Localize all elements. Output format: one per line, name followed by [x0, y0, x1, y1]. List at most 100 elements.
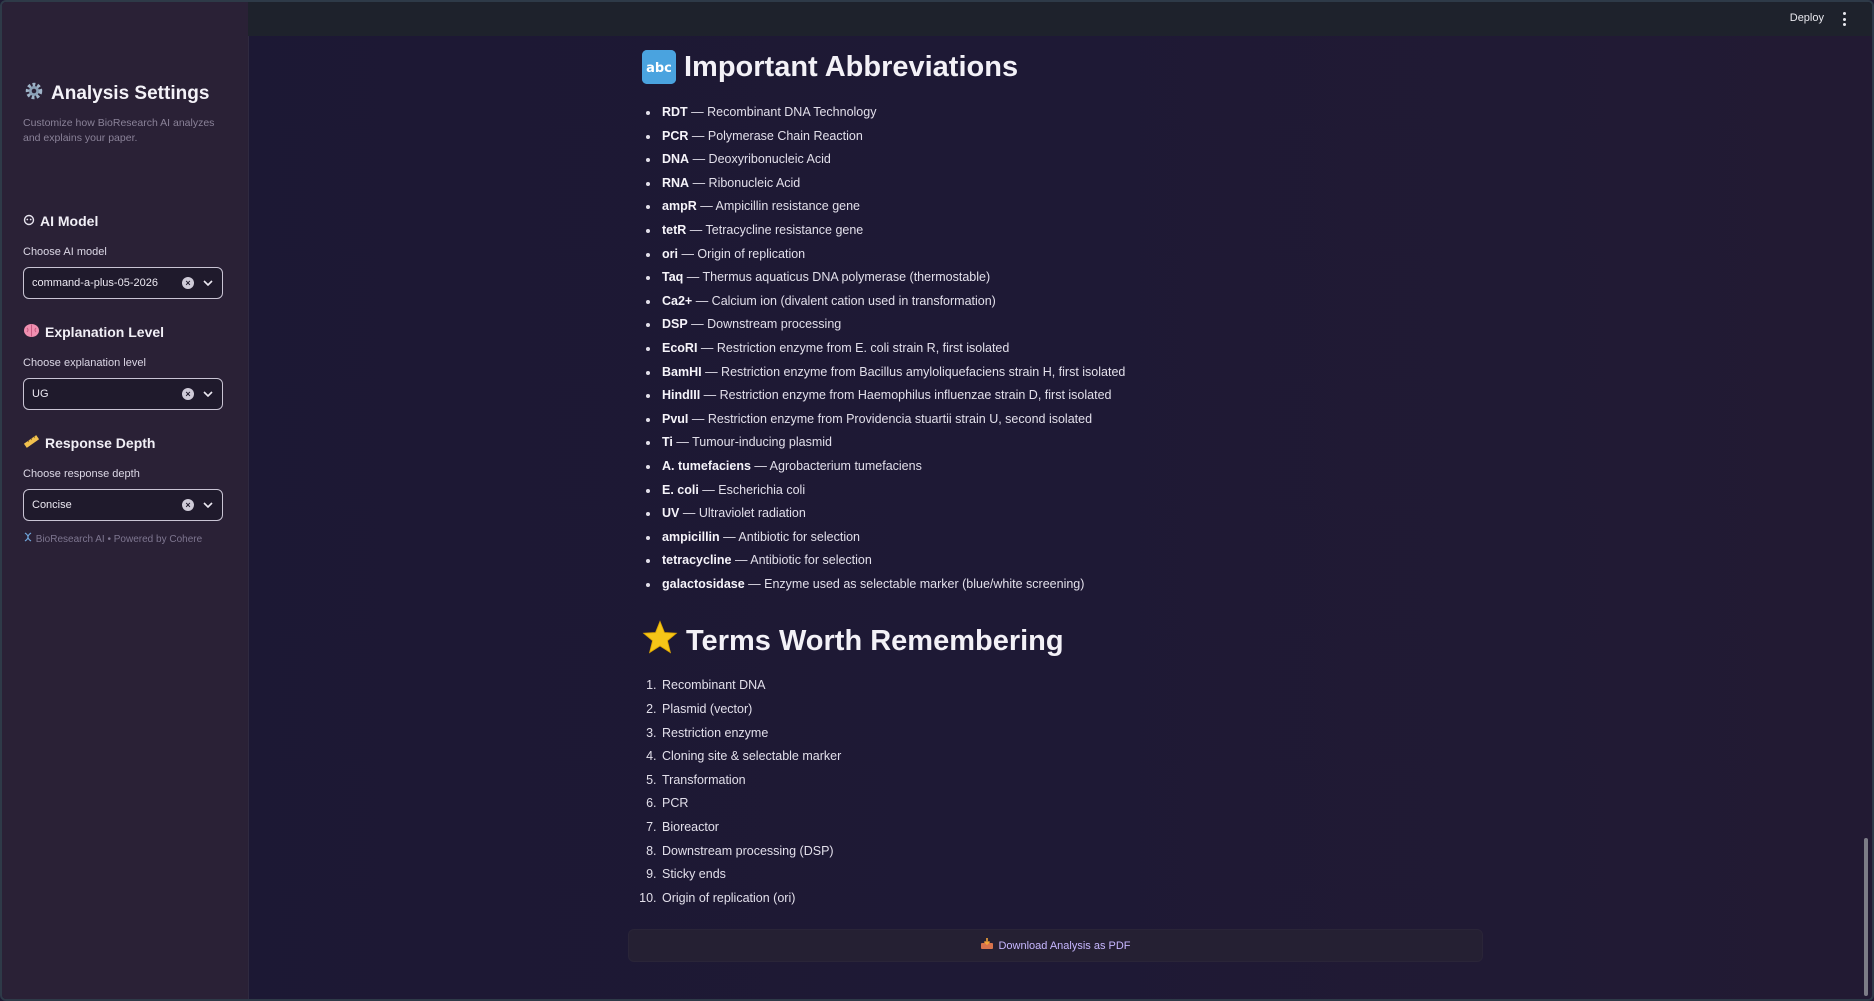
- abbreviation-term: tetracycline: [662, 553, 732, 568]
- abbreviation-item: ampR — Ampicillin resistance gene: [660, 195, 1482, 219]
- term-item: Restriction enzyme: [660, 722, 1482, 746]
- abbreviation-definition: — Ribonucleic Acid: [689, 175, 801, 190]
- deploy-button[interactable]: Deploy: [1790, 12, 1824, 24]
- abbreviation-definition: — Restriction enzyme from E. coli strain…: [697, 340, 1010, 355]
- abbreviation-definition: — Antibiotic for selection: [731, 553, 872, 568]
- abbreviation-term: BamHI: [662, 364, 702, 379]
- abbreviations-list: RDT — Recombinant DNA TechnologyPCR — Po…: [642, 101, 1482, 596]
- abbreviation-item: Ca2+ — Calcium ion (divalent cation used…: [660, 290, 1482, 314]
- abbreviation-definition: — Origin of replication: [677, 246, 806, 261]
- abbreviation-item: ampicillin — Antibiotic for selection: [660, 526, 1482, 550]
- response-depth-value: Concise: [32, 499, 72, 511]
- clear-icon[interactable]: ×: [182, 277, 194, 289]
- abc-icon: abc: [642, 50, 676, 84]
- abbreviation-item: UV — Ultraviolet radiation: [660, 502, 1482, 526]
- section-response-depth: Response Depth: [23, 434, 155, 452]
- abbreviation-item: PCR — Polymerase Chain Reaction: [660, 125, 1482, 149]
- ai-model-value: command-a-plus-05-2026: [32, 277, 158, 289]
- abbreviation-item: BamHI — Restriction enzyme from Bacillus…: [660, 361, 1482, 385]
- abbreviation-definition: — Antibiotic for selection: [719, 529, 861, 544]
- chevron-down-icon[interactable]: [202, 388, 214, 400]
- sidebar: Analysis Settings Customize how BioResea…: [2, 2, 249, 999]
- abbreviation-definition: — Restriction enzyme from Haemophilus in…: [700, 388, 1112, 403]
- ruler-icon: [23, 434, 40, 452]
- abbreviation-definition: — Downstream processing: [687, 317, 842, 332]
- brain-icon: [23, 323, 40, 341]
- abbreviation-item: tetracycline — Antibiotic for selection: [660, 549, 1482, 573]
- download-pdf-button[interactable]: Download Analysis as PDF: [628, 929, 1483, 962]
- abbreviation-item: ori — Origin of replication: [660, 243, 1482, 267]
- inbox-tray-icon: [980, 938, 994, 953]
- scrollbar[interactable]: [1864, 838, 1868, 996]
- abbreviation-definition: — Agrobacterium tumefaciens: [750, 458, 922, 473]
- abbreviation-term: DSP: [662, 317, 688, 332]
- abbreviation-item: Taq — Thermus aquaticus DNA polymerase (…: [660, 266, 1482, 290]
- abbreviation-term: RDT: [662, 105, 688, 119]
- terms-heading: Terms Worth Remembering: [642, 616, 1482, 666]
- abbreviation-term: HindIII: [662, 388, 701, 403]
- term-item: Plasmid (vector): [660, 698, 1482, 722]
- abbreviation-term: E. coli: [662, 482, 699, 497]
- abbreviation-definition: — Escherichia coli: [698, 482, 806, 497]
- abbreviation-item: RDT — Recombinant DNA Technology: [660, 101, 1482, 125]
- chevron-down-icon[interactable]: [202, 499, 214, 511]
- ai-model-label: Choose AI model: [23, 246, 107, 258]
- response-depth-select[interactable]: Concise ×: [23, 489, 223, 521]
- abbreviation-item: A. tumefaciens — Agrobacterium tumefacie…: [660, 455, 1482, 479]
- more-menu-icon[interactable]: [1842, 12, 1846, 26]
- abbreviation-item: tetR — Tetracycline resistance gene: [660, 219, 1482, 243]
- abbreviation-item: galactosidase — Enzyme used as selectabl…: [660, 573, 1482, 597]
- abbreviation-term: galactosidase: [662, 576, 745, 591]
- abbreviation-term: UV: [662, 506, 680, 521]
- abbreviation-term: EcoRI: [662, 340, 698, 355]
- term-item: Downstream processing (DSP): [660, 840, 1482, 864]
- term-item: PCR: [660, 792, 1482, 816]
- term-item: Transformation: [660, 769, 1482, 793]
- chevron-down-icon[interactable]: [202, 277, 214, 289]
- top-bar: Deploy: [248, 2, 1872, 36]
- abbreviation-definition: — Polymerase Chain Reaction: [688, 128, 863, 143]
- term-item: Bioreactor: [660, 816, 1482, 840]
- sidebar-description: Customize how BioResearch AI analyzes an…: [23, 117, 215, 144]
- abbreviation-term: Ca2+: [662, 293, 693, 308]
- explanation-level-label: Choose explanation level: [23, 357, 146, 369]
- abbreviations-heading: abc Important Abbreviations: [642, 42, 1482, 92]
- abbreviation-item: EcoRI — Restriction enzyme from E. coli …: [660, 337, 1482, 361]
- abbreviation-term: A. tumefaciens: [662, 458, 751, 473]
- section-ai-model: AI Model: [23, 213, 98, 229]
- app-window: Analysis Settings Customize how BioResea…: [0, 0, 1874, 1001]
- abbreviation-term: DNA: [662, 152, 690, 167]
- abbreviation-definition: — Deoxyribonucleic Acid: [689, 152, 831, 167]
- term-item: Cloning site & selectable marker: [660, 745, 1482, 769]
- abbreviation-definition: — Ultraviolet radiation: [679, 506, 806, 521]
- robot-icon: [23, 213, 35, 229]
- abbreviation-definition: — Restriction enzyme from Providencia st…: [688, 411, 1093, 426]
- abbreviation-term: ampicillin: [662, 529, 720, 544]
- term-item: Origin of replication (ori): [660, 887, 1482, 911]
- gear-icon: [23, 80, 45, 108]
- abbreviation-term: ori: [662, 246, 678, 261]
- abbreviation-item: RNA — Ribonucleic Acid: [660, 172, 1482, 196]
- abbreviation-item: PvuI — Restriction enzyme from Providenc…: [660, 408, 1482, 432]
- ai-model-select[interactable]: command-a-plus-05-2026 ×: [23, 267, 223, 299]
- term-item: Sticky ends: [660, 863, 1482, 887]
- explanation-level-value: UG: [32, 388, 49, 400]
- abbreviation-term: Taq: [662, 270, 684, 285]
- star-icon: [642, 620, 678, 662]
- explanation-level-select[interactable]: UG ×: [23, 378, 223, 410]
- clear-icon[interactable]: ×: [182, 388, 194, 400]
- main-content: abc Important Abbreviations RDT — Recomb…: [642, 42, 1482, 910]
- abbreviation-definition: — Tumour-inducing plasmid: [672, 435, 832, 450]
- abbreviation-definition: — Ampicillin resistance gene: [696, 199, 861, 214]
- abbreviation-term: RNA: [662, 175, 690, 190]
- section-explanation-level: Explanation Level: [23, 323, 164, 341]
- term-item: Recombinant DNA: [660, 674, 1482, 698]
- abbreviation-item: DSP — Downstream processing: [660, 313, 1482, 337]
- clear-icon[interactable]: ×: [182, 499, 194, 511]
- sidebar-footer: BioResearch AI • Powered by Cohere: [23, 532, 202, 545]
- abbreviation-item: DNA — Deoxyribonucleic Acid: [660, 148, 1482, 172]
- abbreviation-definition: — Enzyme used as selectable marker (blue…: [744, 576, 1085, 591]
- abbreviation-item: E. coli — Escherichia coli: [660, 479, 1482, 503]
- abbreviation-term: tetR: [662, 222, 687, 237]
- terms-list: Recombinant DNAPlasmid (vector)Restricti…: [642, 674, 1482, 910]
